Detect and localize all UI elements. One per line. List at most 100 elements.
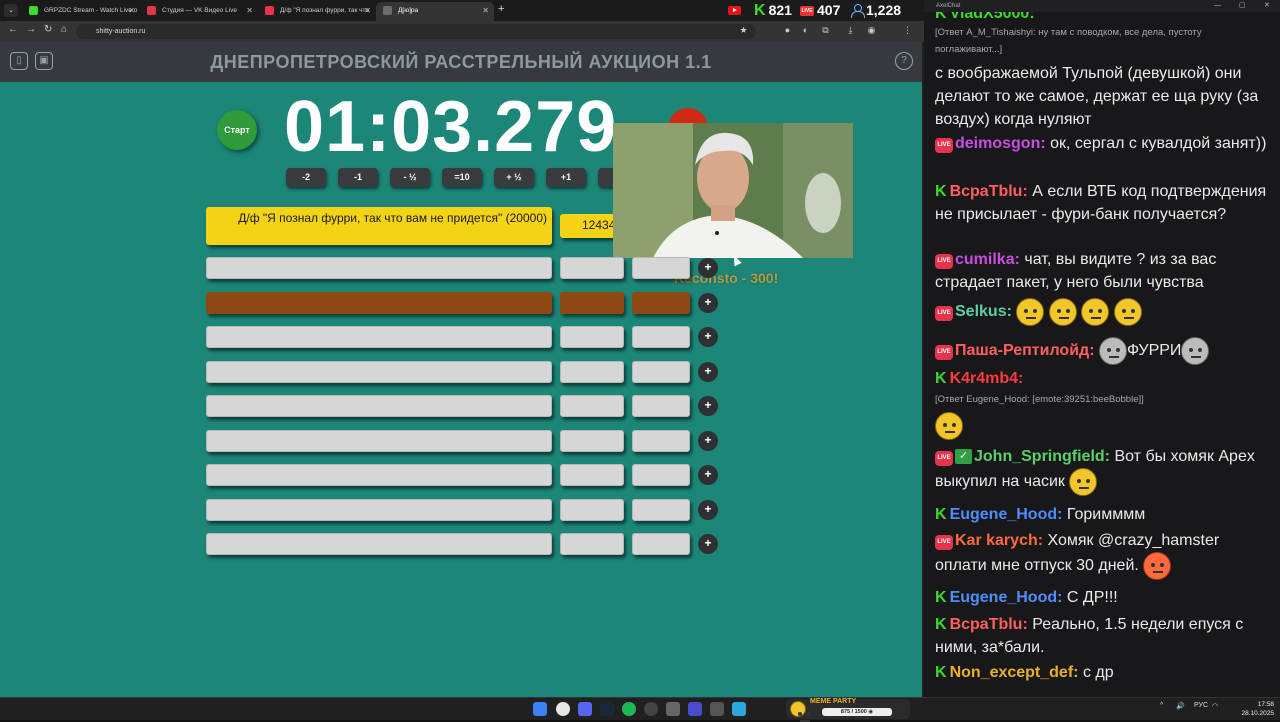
lot-name-field[interactable] [206,533,552,555]
add-bid-button[interactable]: + [698,396,718,416]
volume-icon[interactable]: 🔊 [1176,702,1185,710]
new-tab-button[interactable]: + [498,3,504,15]
minimize-icon[interactable]: — [1214,0,1221,12]
add-bid-button[interactable]: + [698,361,718,382]
meme-party-widget[interactable]: MEME PARTY 875 / 1500 ◉ [786,698,910,722]
smile-emote-icon [1069,468,1098,496]
lot-amount-field[interactable] [560,291,624,314]
chat-message: K K4r4mb4: [935,367,1270,390]
lot-extra-field[interactable] [632,533,690,555]
lot-amount-field[interactable] [560,257,624,279]
webcam-overlay [613,123,853,258]
menu-icon[interactable]: ⋮ [902,25,913,36]
add-bid-button[interactable]: + [698,499,718,520]
extension-icon[interactable]: ● [782,25,793,36]
extension-icon[interactable]: ◐ [800,25,811,36]
lot-extra-field[interactable] [632,291,690,314]
lot-extra-field[interactable] [632,498,690,521]
tab-vk-studio[interactable]: Студия — VK Видео Live ✕ [140,2,258,21]
add-bid-button[interactable]: + [698,292,718,313]
help-icon[interactable]: ? [895,52,913,70]
forward-icon[interactable]: → [26,24,36,35]
app-icon[interactable] [666,702,680,716]
lot-amount-field[interactable] [560,533,624,555]
chat-nick: Non_except_def: [949,664,1079,681]
discord-icon[interactable] [578,702,592,716]
lot-name-field[interactable] [206,395,552,417]
start-button[interactable]: Старт [217,110,257,150]
add-bid-button[interactable]: + [698,465,718,485]
minus-1-button[interactable]: -1 [338,168,378,187]
close-tab-icon[interactable]: ✕ [364,2,371,19]
lot-amount-field[interactable] [560,326,624,348]
lot-name-field[interactable] [206,326,552,348]
vk-live-badge-icon: LIVE [935,451,953,466]
lot-amount-field[interactable] [560,464,624,486]
chat-reply-quote: [Ответ A_M_Tishaishyi: ну там с поводком… [935,27,1202,55]
lot-amount-field[interactable] [560,395,624,417]
profile-icon[interactable]: ◉ [866,25,877,36]
bookmark-star-icon[interactable]: ★ [738,25,749,36]
lot-extra-field[interactable] [632,257,690,279]
lot-name-field[interactable] [206,257,552,279]
add-bid-button[interactable]: + [698,430,718,451]
chat-message: K BcpaTblu: А если ВТБ код подтверждения … [935,180,1270,226]
close-tab-icon[interactable]: ✕ [246,2,253,19]
lot-amount-field[interactable] [560,429,624,452]
app-icon[interactable] [688,702,702,716]
lot-name-field[interactable] [206,464,552,486]
set-10-button[interactable]: =10 [442,168,482,187]
url-field[interactable]: shitty-auction.ru [76,24,756,39]
obs-icon[interactable] [644,702,658,716]
tab-label: Д/ф "Я познал фурри, так что [280,7,370,14]
add-bid-button[interactable]: + [698,327,718,347]
lot-extra-field[interactable] [632,360,690,383]
puzzle-icon[interactable]: ⧉ [820,25,831,36]
download-icon[interactable]: ⤓ [845,25,856,36]
add-bid-button[interactable]: + [698,258,718,278]
tab-list-button[interactable]: ⌄ [4,4,18,17]
lang-indicator[interactable]: РУС [1194,702,1208,709]
tray-chevron-icon[interactable]: ^ [1160,702,1163,709]
windows-start-icon[interactable] [533,702,547,716]
goat-emote-icon [1181,337,1210,365]
kick-badge-icon: K [935,664,947,681]
tab-auction[interactable]: Д[ю]ра ✕ [376,2,494,21]
chat-nick: John_Springfield: [974,448,1110,465]
lot-amount-field[interactable] [560,498,624,521]
lot-name-leader[interactable]: Д/ф "Я познал фурри, так что вам не прид… [206,207,552,245]
clock[interactable]: 17:58 28.10.2025 [1238,700,1274,718]
minus-2-button[interactable]: -2 [286,168,326,187]
chrome-icon[interactable] [556,702,570,716]
home-icon[interactable]: ⌂ [61,24,67,35]
steam-icon[interactable] [600,702,614,716]
user-icon [851,4,865,18]
telegram-icon[interactable] [732,702,746,716]
tab-grpzdc[interactable]: GRPZDC Stream - Watch Live o ✕ [22,2,140,21]
lot-name-field[interactable] [206,291,552,314]
add-bid-button[interactable]: + [698,534,718,554]
maximize-icon[interactable]: ▢ [1239,0,1246,12]
reload-icon[interactable]: ↻ [44,24,52,35]
minus-half-button[interactable]: - ½ [390,168,430,187]
spotify-icon[interactable] [622,702,636,716]
lot-extra-field[interactable] [632,395,690,417]
tab-video[interactable]: Д/ф "Я познал фурри, так что ✕ [258,2,376,21]
plus-1-button[interactable]: +1 [546,168,586,187]
lot-extra-field[interactable] [632,326,690,348]
plus-half-button[interactable]: + ½ [494,168,534,187]
close-tab-icon[interactable]: ✕ [128,2,135,19]
app-icon[interactable] [710,702,724,716]
close-icon[interactable]: ✕ [1264,0,1270,12]
lot-name-field[interactable] [206,429,552,452]
chat-window-title: AxelChat [936,3,961,9]
lot-amount-field[interactable] [560,360,624,383]
lot-extra-field[interactable] [632,429,690,452]
close-tab-icon[interactable]: ✕ [482,2,489,19]
lot-name-field[interactable] [206,498,552,521]
lot-extra-field[interactable] [632,464,690,486]
network-icon[interactable]: ◠ [1212,702,1218,710]
kick-badge-icon: K [935,589,947,606]
lot-name-field[interactable] [206,360,552,383]
back-icon[interactable]: ← [8,24,18,35]
